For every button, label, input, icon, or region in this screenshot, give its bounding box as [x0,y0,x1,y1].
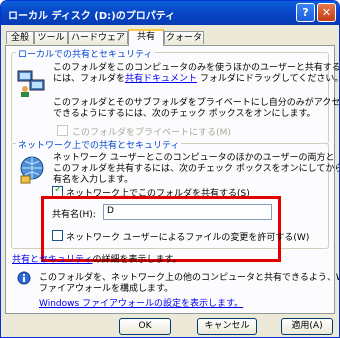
sharing-tab-panel: ローカルでの共有とセキュリティ このフォルダをこのコンピュータのみを使うほかのユ… [5,45,339,314]
properties-window: ローカル ディスク (D:)のプロパティ ? ✕ 全般 ツール ハードウェア 共… [0,0,340,338]
local-desc-line2: には、フォルダを共有ドキュメント フォルダにドラッグしてください。 [53,74,340,84]
tab-sharing[interactable]: 共有 [128,29,164,46]
tab-tools[interactable]: ツール [34,31,68,44]
allow-modify-label: ネットワーク ユーザーによるファイルの変更を許可する(W) [66,233,310,243]
private-desc-line2: できるようにするには、次のチェック ボックスをオンにします。 [53,109,316,119]
window-title: ローカル ディスク (D:)のプロパティ [8,11,176,22]
cancel-button[interactable]: キャンセル [197,318,257,335]
title-bar: ローカル ディスク (D:)のプロパティ ? ✕ [1,1,339,25]
apply-button[interactable]: 適用(A) [281,318,333,335]
firewall-settings-link[interactable]: Windows ファイアウォールの設定を表示します。 [39,296,243,309]
help-button[interactable]: ? [296,3,315,22]
sharing-details-line: 共有とセキュリティの詳細を表示します。 [12,255,182,265]
network-share-icon [20,156,44,184]
shared-documents-link[interactable]: 共有ドキュメント [125,74,197,84]
network-desc-line3: 有名を入力します。 [53,175,134,185]
private-checkbox[interactable] [57,125,68,136]
close-button[interactable]: ✕ [317,3,336,22]
share-name-label: 共有名(H): [52,210,96,220]
tab-quota[interactable]: クォータ [164,31,204,44]
firewall-info-line2: ファイアウォールを構成します。 [39,284,174,294]
private-checkbox-label: このフォルダをプライベートにする(M) [72,128,231,138]
allow-modify-checkbox[interactable] [52,230,63,241]
local-sharing-title: ローカルでの共有とセキュリティ [16,47,155,60]
tab-general[interactable]: 全般 [6,31,34,44]
info-icon [17,271,31,285]
shared-users-icon [17,70,45,97]
ok-button[interactable]: OK [119,318,171,335]
share-name-input[interactable]: D [103,204,272,220]
sharing-security-link[interactable]: 共有とセキュリティ [12,255,92,265]
tab-hardware[interactable]: ハードウェア [68,31,128,44]
